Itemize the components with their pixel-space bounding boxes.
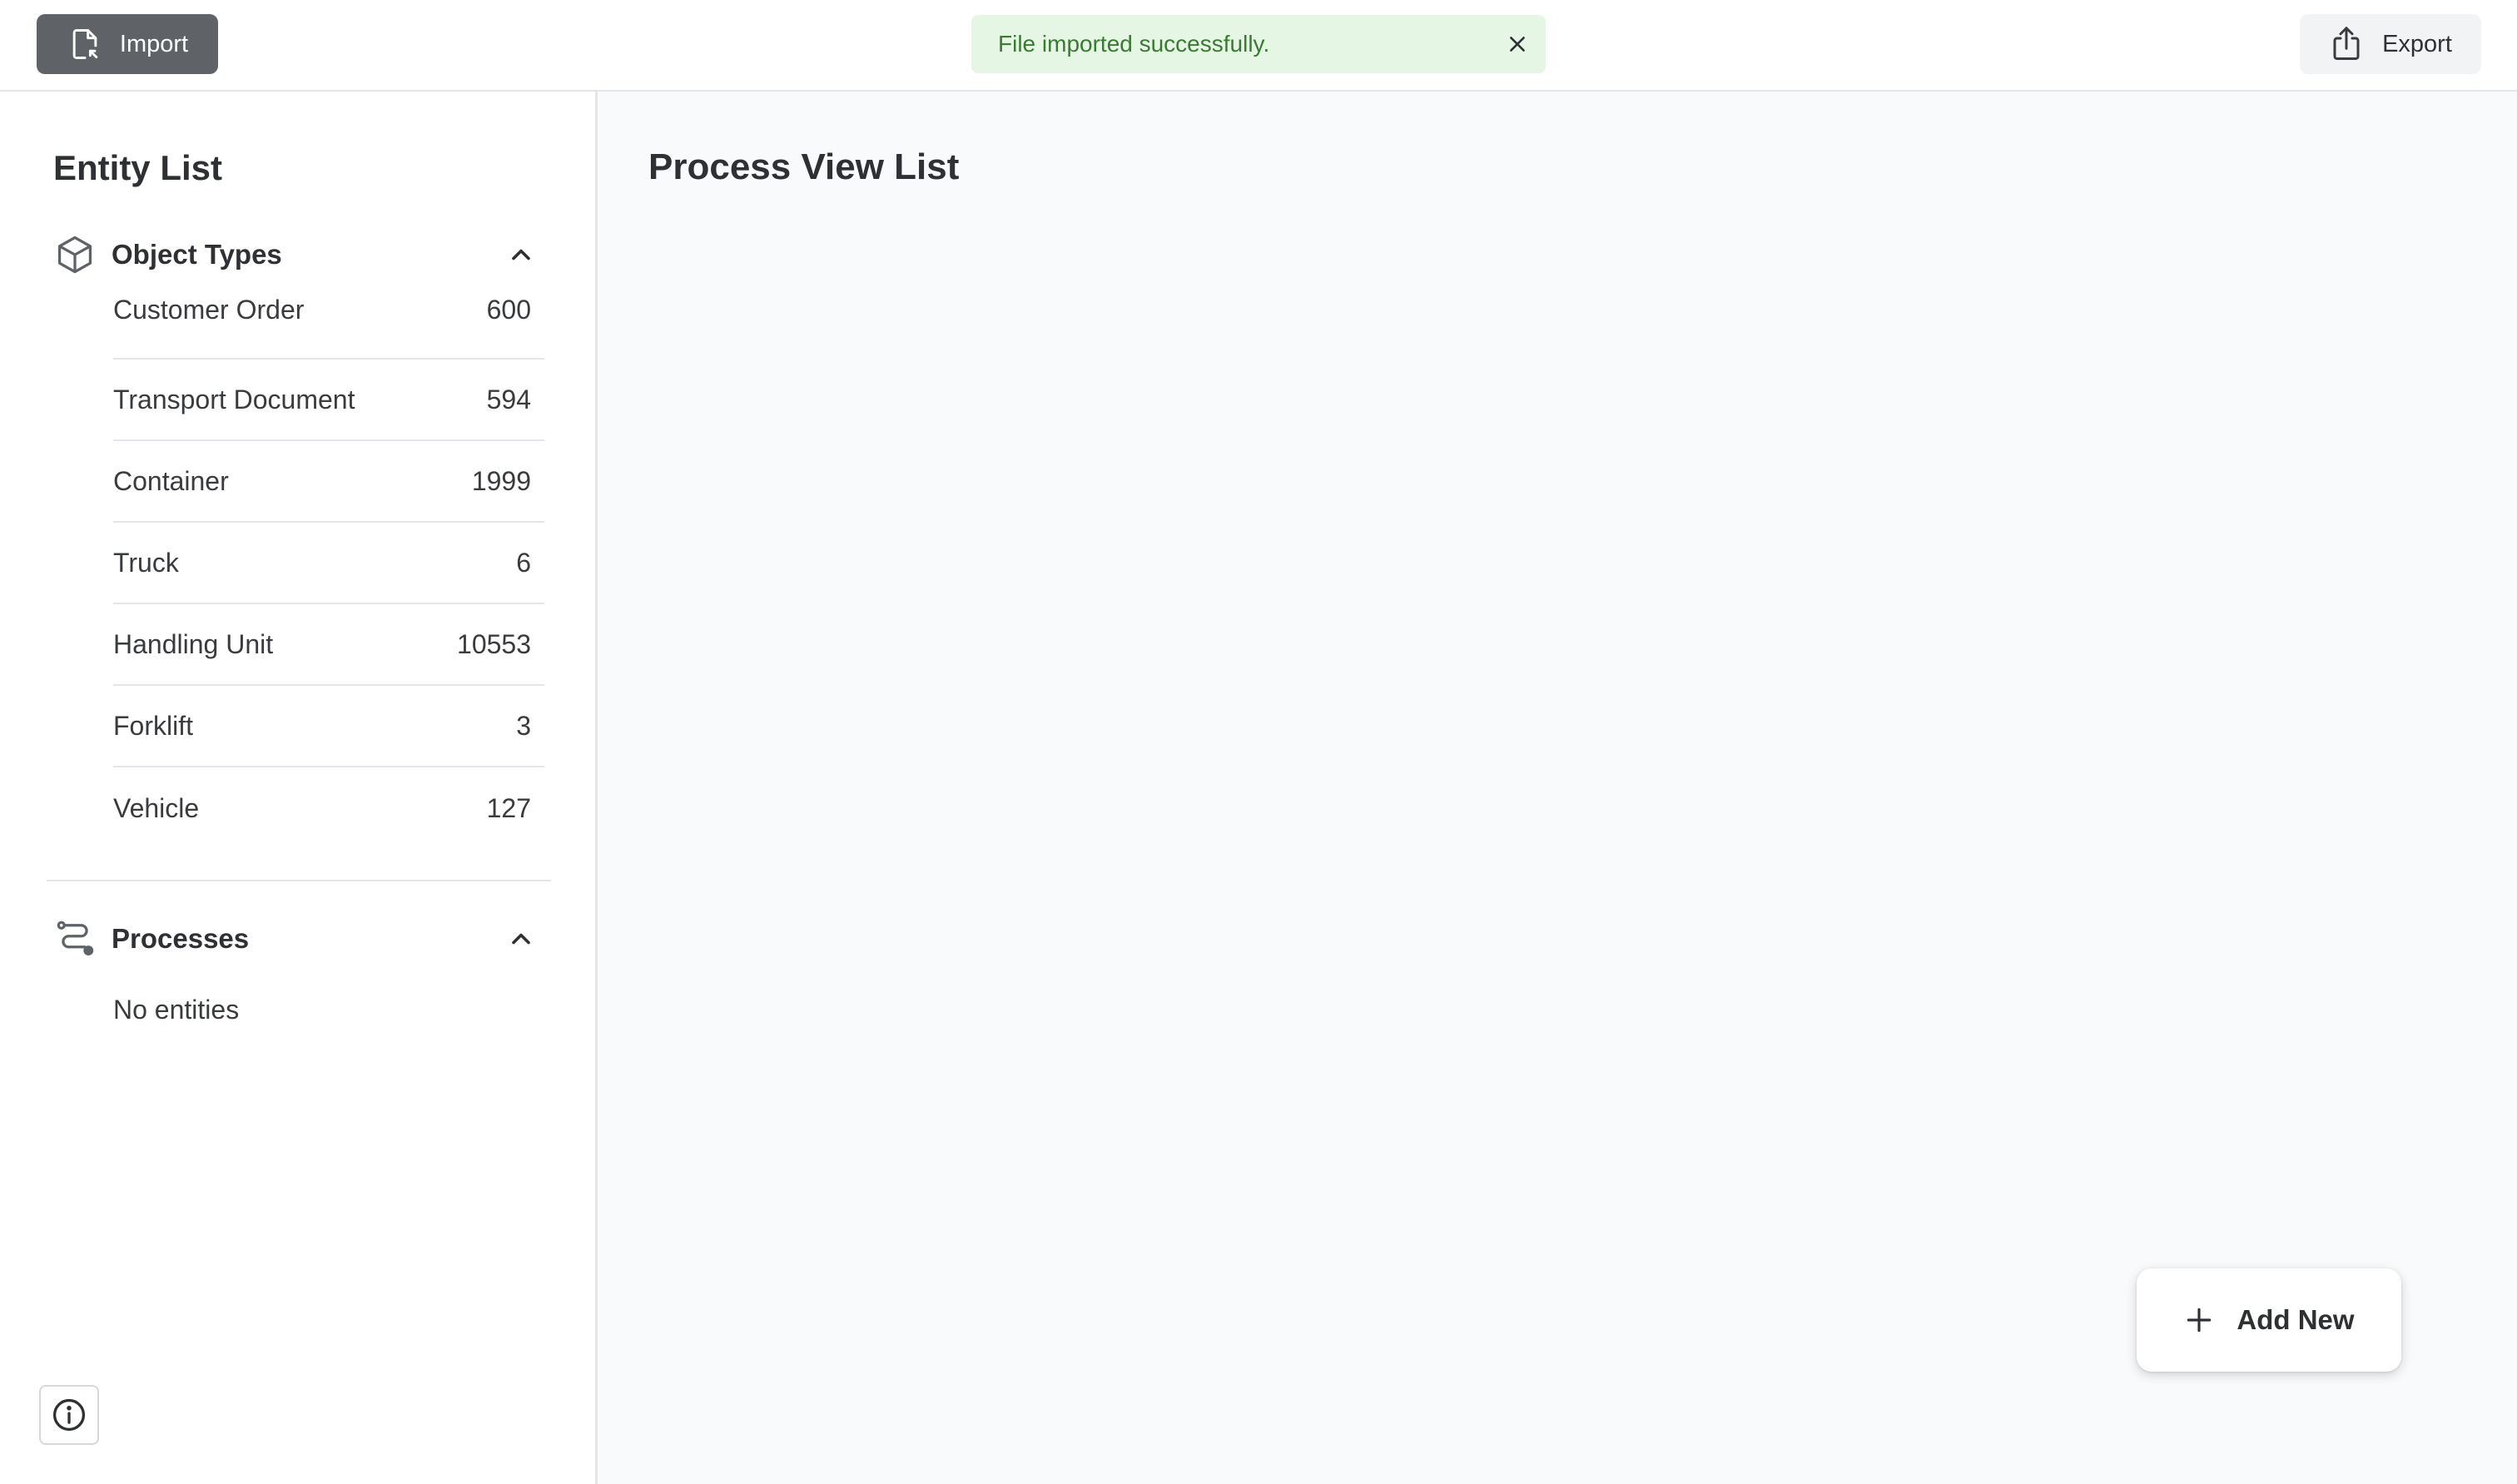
share-export-icon xyxy=(2333,27,2360,60)
list-item[interactable]: Vehicle 127 xyxy=(113,767,544,849)
object-types-header[interactable]: Object Types xyxy=(53,228,544,281)
object-type-count: 600 xyxy=(486,295,531,325)
toast-message: File imported successfully. xyxy=(998,31,1270,57)
add-new-label: Add New xyxy=(2237,1304,2355,1335)
route-icon xyxy=(57,921,94,956)
page-title: Process View List xyxy=(648,146,960,187)
list-item[interactable]: Container 1999 xyxy=(113,441,544,523)
list-item[interactable]: Transport Document 594 xyxy=(113,360,544,441)
object-type-name: Handling Unit xyxy=(113,628,274,659)
add-new-button[interactable]: Add New xyxy=(2137,1268,2401,1372)
object-type-name: Customer Order xyxy=(113,295,305,325)
chevron-up-icon xyxy=(512,933,530,945)
processes-header[interactable]: Processes xyxy=(53,912,544,965)
object-types-list: Customer Order 600 Transport Document 59… xyxy=(113,291,544,849)
top-bar: Import File imported successfully. Expor… xyxy=(0,0,2517,92)
import-label: Import xyxy=(119,30,189,57)
section-divider xyxy=(47,880,551,881)
entity-list-title: Entity List xyxy=(53,148,223,187)
object-type-count: 1999 xyxy=(471,465,531,496)
export-label: Export xyxy=(2382,30,2452,57)
object-type-count: 594 xyxy=(486,384,531,414)
object-type-count: 6 xyxy=(516,547,531,578)
chevron-up-icon xyxy=(512,249,530,261)
export-button[interactable]: Export xyxy=(2300,14,2481,74)
file-import-icon xyxy=(72,29,98,59)
entity-sidebar: Entity List Object Types Customer Order … xyxy=(0,92,598,1484)
processes-label: Processes xyxy=(112,923,250,954)
list-item[interactable]: Truck 6 xyxy=(113,523,544,604)
processes-empty-text: No entities xyxy=(113,995,240,1025)
info-icon xyxy=(52,1398,86,1432)
import-button[interactable]: Import xyxy=(37,14,218,74)
info-button[interactable] xyxy=(39,1385,99,1445)
list-item[interactable]: Customer Order 600 xyxy=(113,291,544,360)
object-type-name: Transport Document xyxy=(113,384,355,414)
object-type-count: 127 xyxy=(486,792,531,823)
object-type-name: Truck xyxy=(113,547,179,578)
object-type-count: 10553 xyxy=(457,628,531,659)
object-type-count: 3 xyxy=(516,710,531,741)
object-type-name: Forklift xyxy=(113,710,193,741)
list-item[interactable]: Forklift 3 xyxy=(113,686,544,767)
close-icon xyxy=(1510,37,1525,52)
toast-close-button[interactable] xyxy=(1501,27,1534,61)
plus-icon xyxy=(2187,1308,2212,1333)
success-toast: File imported successfully. xyxy=(971,15,1546,73)
cube-icon xyxy=(57,236,92,274)
list-item[interactable]: Handling Unit 10553 xyxy=(113,604,544,686)
main-content: Process View List Add New xyxy=(598,92,2517,1484)
object-types-label: Object Types xyxy=(112,239,282,270)
object-type-name: Container xyxy=(113,465,229,496)
object-type-name: Vehicle xyxy=(113,792,200,823)
